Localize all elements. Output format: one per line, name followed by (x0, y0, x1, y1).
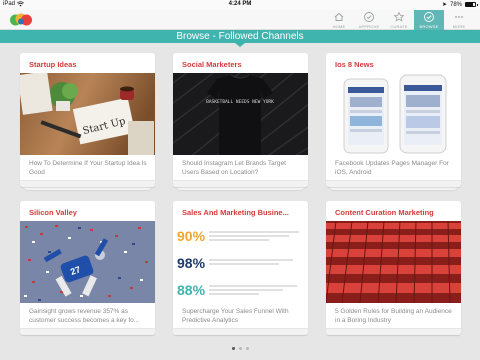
banner-notch (235, 43, 245, 47)
page-dot[interactable] (245, 347, 249, 350)
card-image: Start Up (20, 73, 155, 155)
page-indicator (0, 347, 480, 350)
battery-percent: 78% (449, 1, 462, 8)
channel-card-ios-8-news[interactable]: Ios 8 News Facebook Updates Pages Manage… (326, 53, 461, 187)
card-footer (326, 328, 461, 335)
page-dot[interactable] (231, 347, 235, 350)
card-caption: Supercharge Your Sales Funnel With Predi… (182, 308, 289, 324)
nav-tab-label: APPROVE (358, 24, 380, 29)
nav-tab-label: CURATE (390, 24, 408, 29)
card-title: Startup Ideas (29, 60, 77, 69)
confetti-player-image: 27 (20, 221, 155, 303)
card-title: Sales And Marketing Busine... (182, 208, 289, 217)
stadium-seats-image (326, 221, 461, 303)
channel-card-startup-ideas[interactable]: Startup Ideas Start Up How To Determine … (20, 53, 155, 187)
card-image (326, 73, 461, 155)
check-circle-icon (364, 12, 374, 22)
card-stack-edge (177, 187, 304, 190)
card-title: Silicon Valley (29, 208, 77, 217)
card-footer (326, 180, 461, 187)
section-banner: Browse - Followed Channels (0, 30, 480, 43)
card-stack-edge (330, 187, 457, 190)
more-dots-icon (455, 16, 463, 18)
channel-card-silicon-valley[interactable]: Silicon Valley 27 Gainsight grows revenu… (20, 201, 155, 335)
nav-tab-more[interactable]: MORE (444, 10, 474, 30)
compass-icon (424, 12, 434, 22)
page-title: Browse - Followed Channels (176, 31, 304, 42)
star-icon (393, 11, 405, 22)
channel-card-social-marketers[interactable]: Social Marketers BASKETBALL NEEDS NEW YO… (173, 53, 308, 187)
nav-tab-curate[interactable]: CURATE (384, 10, 414, 30)
card-caption: Should Instagram Let Brands Target Users… (182, 160, 286, 176)
card-image: BASKETBALL NEEDS NEW YORK (173, 73, 308, 155)
location-arrow-icon: ➤ (441, 2, 447, 8)
card-title: Social Marketers (182, 60, 242, 69)
nav-tab-label: HOME (332, 24, 346, 29)
status-time: 4:24 PM (228, 1, 252, 7)
tshirt-text: BASKETBALL NEEDS NEW YORK (206, 99, 274, 105)
card-title: Content Curation Marketing (335, 208, 434, 217)
card-caption: How To Determine If Your Startup Idea Is… (29, 160, 147, 176)
stat-value: 90% (177, 228, 206, 244)
card-caption: Gainsight grows revenue 357% as customer… (29, 308, 140, 324)
stat-value: 98% (177, 255, 206, 271)
startup-desk-image: Start Up (20, 73, 155, 155)
stats-infographic-image: 90% 98% 88% (173, 221, 308, 303)
card-footer (173, 328, 308, 335)
card-image (326, 221, 461, 303)
card-caption: 5 Golden Rules for Building an Audience … (335, 308, 452, 324)
card-caption: Facebook Updates Pages Manager For iOS, … (335, 160, 449, 176)
tshirt-image: BASKETBALL NEEDS NEW YORK (173, 73, 308, 155)
page-dot[interactable] (238, 347, 242, 350)
nav-tabs: HOME APPROVE CURATE BROWSE MORE (324, 10, 474, 30)
card-image: 27 (20, 221, 155, 303)
card-footer (173, 180, 308, 187)
battery-icon (465, 2, 478, 7)
card-title: Ios 8 News (335, 60, 374, 69)
status-bar-right: ➤ 78% (441, 1, 478, 8)
stat-value: 88% (177, 282, 206, 298)
nav-tab-approve[interactable]: APPROVE (354, 10, 384, 30)
app-logo-icon[interactable] (9, 12, 33, 27)
status-bar: iPad 4:24 PM ➤ 78% (0, 0, 480, 10)
card-footer (20, 328, 155, 335)
nav-tab-label: MORE (452, 24, 466, 29)
nav-tab-browse[interactable]: BROWSE (414, 10, 444, 30)
home-icon (334, 12, 344, 21)
card-footer (20, 180, 155, 187)
card-stack-edge (24, 187, 151, 190)
channel-card-sales-marketing[interactable]: Sales And Marketing Busine... 90% 98% 88… (173, 201, 308, 335)
nav-tab-home[interactable]: HOME (324, 10, 354, 30)
channel-card-content-curation[interactable]: Content Curation Marketing 5 Golden Rule… (326, 201, 461, 335)
top-nav-bar: HOME APPROVE CURATE BROWSE MORE (0, 10, 480, 30)
card-image: 90% 98% 88% (173, 221, 308, 303)
phones-image (326, 73, 461, 155)
nav-tab-label: BROWSE (419, 24, 439, 29)
